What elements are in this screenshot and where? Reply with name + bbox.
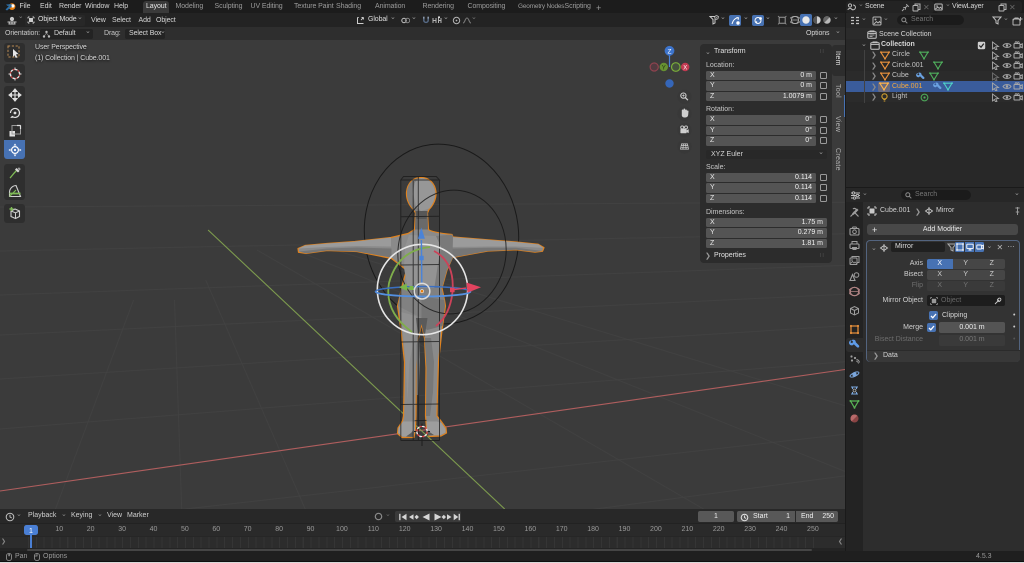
svg-text:Y: Y: [662, 65, 666, 71]
svg-text:X: X: [683, 65, 687, 71]
svg-text:Z: Z: [668, 48, 672, 55]
